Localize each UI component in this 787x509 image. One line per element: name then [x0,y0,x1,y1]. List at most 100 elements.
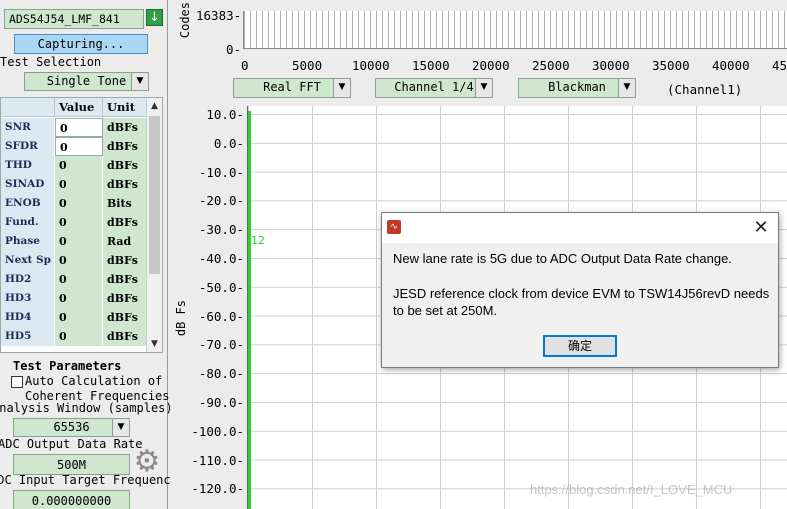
row-value[interactable]: 0 [55,213,103,232]
row-value[interactable]: 0 [55,289,103,308]
test-selection-dropdown[interactable]: Single Tone ▼ [24,72,149,91]
scroll-thumb[interactable] [149,116,160,274]
row-name: HD2 [1,270,55,289]
app-icon: ∿ [387,220,401,234]
scroll-down-icon[interactable]: ▼ [147,336,162,352]
scroll-up-icon[interactable]: ▲ [147,98,162,114]
row-name: THD [1,156,55,175]
test-selection-value: Single Tone [46,74,127,88]
download-arrow-icon[interactable]: ↓ [146,9,163,26]
window-value: Blackman [548,80,606,94]
table-row[interactable]: SNR 0 dBFs [1,118,147,137]
table-row[interactable]: HD4 0 dBFs [1,308,147,327]
auto-calc-checkbox[interactable] [11,376,23,388]
x-tick-label: 40000 [712,58,750,73]
table-row[interactable]: Next Sp 0 dBFs [1,251,147,270]
row-name: HD5 [1,327,55,346]
row-value[interactable]: 0 [55,175,103,194]
row-value[interactable]: 0 [55,156,103,175]
row-name: ENOB [1,194,55,213]
row-name: SNR [1,118,55,137]
adc-rate-label: ADC Output Data Rate [0,437,143,451]
table-row[interactable]: SFDR 0 dBFs [1,137,147,156]
row-unit: Rad [103,232,147,251]
window-dropdown[interactable]: Blackman ▼ [518,78,636,98]
time-domain-plot[interactable] [243,11,787,49]
channel-value: Channel 1/4 [394,80,474,94]
table-row[interactable]: HD3 0 dBFs [1,289,147,308]
row-unit: dBFs [103,327,147,346]
chevron-down-icon[interactable]: ▼ [333,79,350,97]
row-value[interactable]: 0 [55,118,103,137]
table-row[interactable]: Phase 0 Rad [1,232,147,251]
row-unit: dBFs [103,289,147,308]
table-row[interactable]: SINAD 0 dBFs [1,175,147,194]
auto-calc-label: Auto Calculation of [25,374,163,388]
row-unit: dBFs [103,118,147,137]
table-row[interactable]: HD2 0 dBFs [1,270,147,289]
row-unit: dBFs [103,156,147,175]
channel-dropdown[interactable]: Channel 1/4 ▼ [375,78,493,98]
row-unit: Bits [103,194,147,213]
test-parameters-title: Test Parameters [13,359,122,373]
row-unit: dBFs [103,137,147,156]
y-tick-label: -70.0- [198,337,244,353]
table-row[interactable]: ENOB 0 Bits [1,194,147,213]
results-table: Value Unit SNR 0 dBFs SFDR 0 dBFs THD 0 dBFs SINA… [0,97,163,353]
table-header-unit: Unit [103,98,147,117]
row-name: Next Sp [1,251,55,270]
close-icon[interactable]: ✕ [750,217,772,239]
gear-icon[interactable]: ⚙ [132,447,162,477]
row-name: Fund. [1,213,55,232]
adc-input-label: ADC Input Target Frequency [0,473,178,487]
watermark: https://blog.csdn.net/I_LOVE_MCU [530,482,733,497]
device-selector[interactable]: ADS54J54_LMF_841 [4,9,144,29]
table-header-name [1,98,55,117]
y-tick-label: -60.0- [198,308,244,324]
chevron-down-icon[interactable]: ▼ [112,419,129,436]
ok-button[interactable]: 确定 [543,335,617,357]
dialog-message-line2: JESD reference clock from device EVM to … [393,286,770,301]
channel-info: (Channel1) [667,82,743,97]
x-tick-label: 15000 [412,58,450,73]
dialog-message-line1: New lane rate is 5G due to ADC Output Da… [393,251,732,266]
x-tick-label: 10000 [352,58,390,73]
row-unit: dBFs [103,270,147,289]
y-tick-label: 0.0- [213,135,244,151]
x-tick-label: 45000 [772,58,787,73]
table-row[interactable]: Fund. 0 dBFs [1,213,147,232]
y-axis-ticks: 10.0- 0.0- -10.0- -20.0- -30.0- -40.0- -50.0- -… [170,0,244,509]
capture-button[interactable]: Capturing... [14,34,148,54]
row-value[interactable]: 0 [55,194,103,213]
x-tick-label: 25000 [532,58,570,73]
y-tick-label: -30.0- [198,222,244,238]
dialog-message-line3: to be set at 250M. [393,303,498,318]
row-name: SFDR [1,137,55,156]
row-value[interactable]: 0 [55,232,103,251]
table-scrollbar[interactable]: ▲ ▼ [146,98,162,352]
x-tick-label: 35000 [652,58,690,73]
row-value[interactable]: 0 [55,308,103,327]
chevron-down-icon[interactable]: ▼ [618,79,635,97]
fft-trace [248,111,251,509]
chevron-down-icon[interactable]: ▼ [475,79,492,97]
adc-input-field[interactable]: 0.000000000 [13,490,130,509]
row-name: HD3 [1,289,55,308]
y-tick-label: -50.0- [198,279,244,295]
chevron-down-icon[interactable]: ▼ [131,73,148,90]
row-value[interactable]: 0 [55,270,103,289]
table-row[interactable]: THD 0 dBFs [1,156,147,175]
dialog-titlebar[interactable]: ∿ ✕ [382,213,778,243]
row-name: HD4 [1,308,55,327]
row-name: Phase [1,232,55,251]
row-value[interactable]: 0 [55,251,103,270]
row-value[interactable]: 0 [55,137,103,156]
analysis-window-dropdown[interactable]: 65536 ▼ [13,418,130,437]
fft-mode-dropdown[interactable]: Real FFT ▼ [233,78,351,98]
row-value[interactable]: 0 [55,327,103,346]
analysis-window-label: Analysis Window (samples) [0,401,173,415]
table-row[interactable]: HD5 0 dBFs [1,327,147,346]
x-tick-label: 5000 [292,58,323,73]
analysis-window-value: 65536 [53,420,90,434]
adc-rate-field[interactable]: 500M [13,454,130,475]
